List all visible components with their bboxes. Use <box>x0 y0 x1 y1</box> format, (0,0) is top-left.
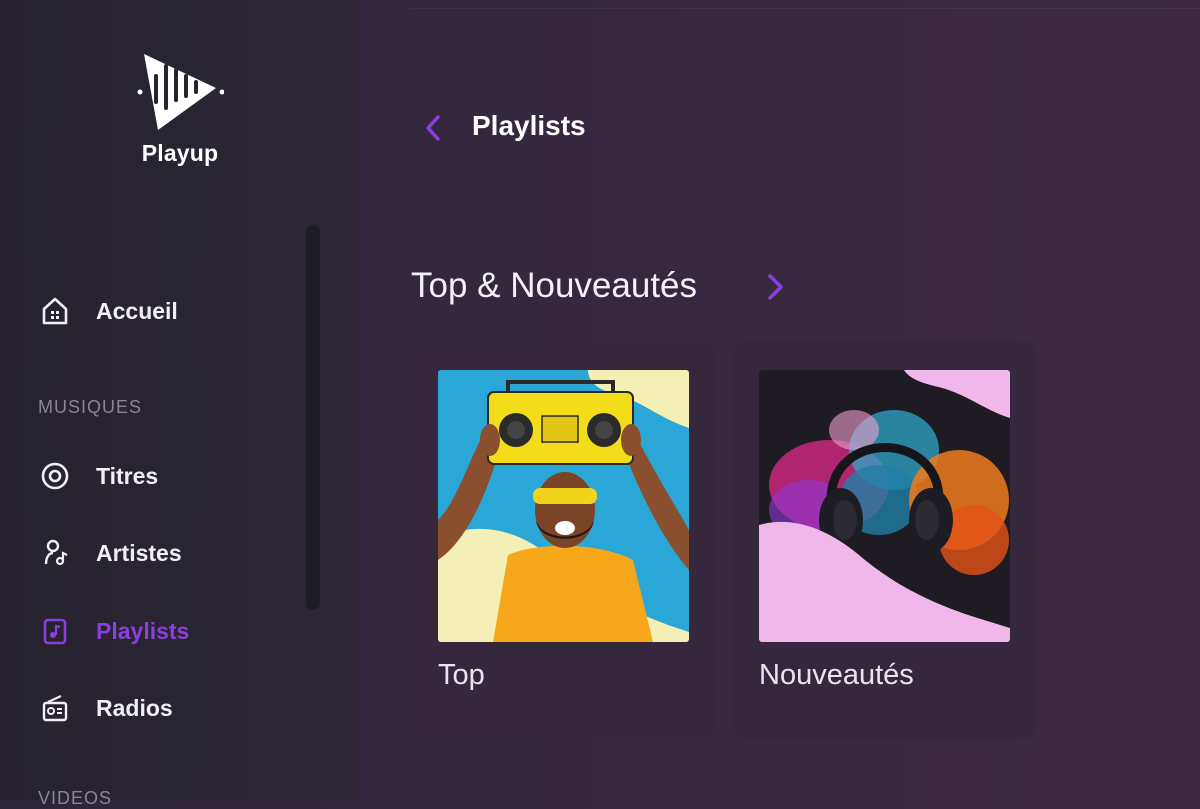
playlist-card-caption: Nouveautés <box>759 659 914 691</box>
sidebar-item-titres[interactable]: Titres <box>40 458 158 494</box>
radio-icon <box>40 690 78 726</box>
playlist-card-nouveautes[interactable]: Nouveautés <box>733 341 1036 739</box>
disc-icon <box>40 458 78 494</box>
top-divider <box>410 0 1200 9</box>
sidebar-item-artistes[interactable]: Artistes <box>40 535 182 571</box>
sidebar: Playup Accueil MUSIQUES Titres Artistes … <box>0 0 360 808</box>
sidebar-item-label: Titres <box>96 462 159 489</box>
chevron-left-icon <box>426 115 440 141</box>
playup-logo-icon <box>137 54 224 130</box>
section-label-videos: VIDEOS <box>38 788 113 808</box>
sidebar-item-label: Artistes <box>96 539 182 566</box>
artist-icon <box>40 535 78 571</box>
sidebar-item-label: Accueil <box>96 297 178 324</box>
sidebar-item-label: Playlists <box>96 617 190 644</box>
page-title: Playlists <box>472 110 586 141</box>
sidebar-item-playlists[interactable]: Playlists <box>40 613 189 649</box>
playlist-cover-image <box>759 370 1010 642</box>
back-button[interactable] <box>418 112 448 144</box>
playlist-cover-image <box>438 370 689 642</box>
app-logo[interactable]: Playup <box>132 48 228 167</box>
sidebar-item-label: Radios <box>96 694 173 721</box>
sidebar-item-radios[interactable]: Radios <box>40 690 173 726</box>
chevron-right-icon <box>768 274 783 300</box>
home-icon <box>40 293 78 329</box>
section-title[interactable]: Top & Nouveautés <box>411 266 697 306</box>
section-more-button[interactable] <box>760 270 790 304</box>
playlist-icon <box>40 613 78 649</box>
sidebar-scrollbar[interactable] <box>306 225 320 610</box>
app-name: Playup <box>141 140 219 166</box>
sidebar-item-accueil[interactable]: Accueil <box>40 293 178 329</box>
playlist-card-top[interactable]: Top <box>412 341 715 739</box>
playlist-card-caption: Top <box>438 659 485 691</box>
section-label-musiques: MUSIQUES <box>38 397 143 417</box>
